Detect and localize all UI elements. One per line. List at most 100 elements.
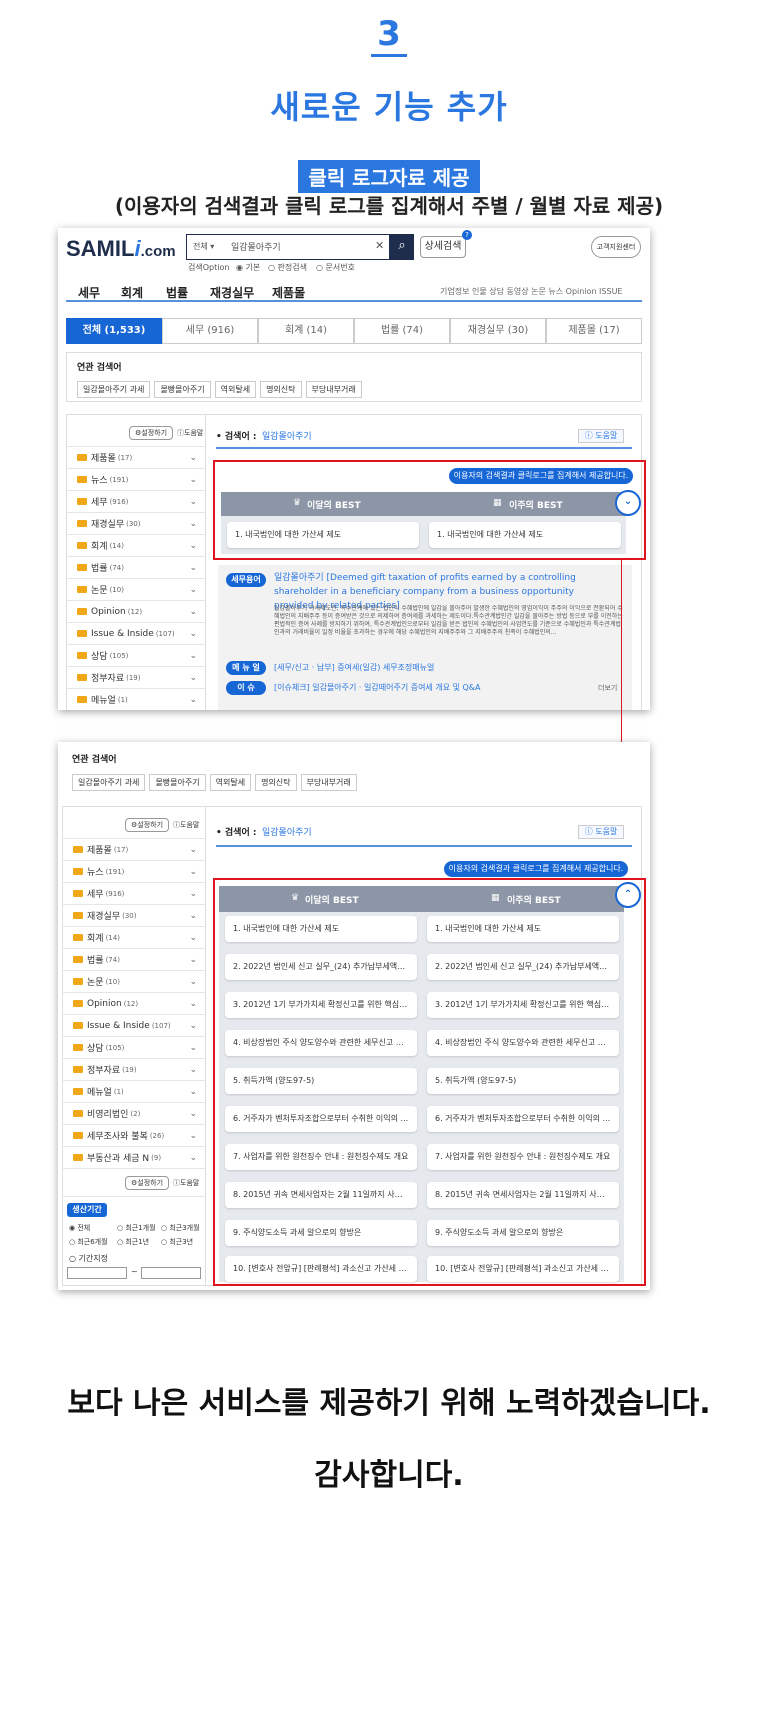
period-3y[interactable]: ○ 최근3년 (161, 1237, 193, 1247)
tab-tax[interactable]: 세무 (916) (162, 318, 258, 344)
month-best-item[interactable]: 10. [변호사 전앞규] [판례평석] 과소신고 가산세 부... (225, 1256, 417, 1282)
tab-law[interactable]: 법률 (74) (354, 318, 450, 344)
detail-search-button[interactable]: 상세검색 (420, 236, 466, 258)
related-keyword[interactable]: 부당내부거래 (300, 774, 357, 791)
sidebar-item-audit[interactable]: 세무조사와 불복 (26) ⌄ (63, 1125, 205, 1147)
week-best-item[interactable]: 7. 사업자를 위한 원천징수 안내 : 원천징수제도 개요 (427, 1144, 619, 1170)
nav-products[interactable]: 제품몰 (272, 284, 305, 301)
search-option-judgment[interactable]: ○ 판정검색 (268, 262, 307, 273)
related-keyword[interactable]: 역외탈세 (209, 774, 252, 791)
week-best-item[interactable]: 5. 취득가액 (양도97-5) (427, 1068, 619, 1094)
sidebar-item-opinion[interactable]: Opinion (12) ⌄ (67, 601, 205, 623)
month-best-item[interactable]: 9. 주식양도소득 과세 알으로의 향방은 (225, 1220, 417, 1246)
sidebar-item-news[interactable]: 뉴스 (191) ⌄ (67, 469, 205, 491)
sidebar-item-accounting[interactable]: 회계 (14) ⌄ (67, 535, 205, 557)
start-date-input[interactable] (67, 1267, 127, 1279)
nav-right-links[interactable]: 기업정보 인물 상담 동영상 논문 뉴스 Opinion ISSUE (440, 286, 622, 297)
nav-tax[interactable]: 세무 (78, 284, 100, 301)
related-keyword[interactable]: 일감몰아주기 과세 (72, 774, 146, 791)
sidebar-item-consult[interactable]: 상담 (105) ⌄ (67, 645, 205, 667)
search-option-docnum[interactable]: ○ 문서번호 (316, 262, 355, 273)
period-3m[interactable]: ○ 최근3개월 (161, 1223, 200, 1233)
week-best-item[interactable]: 8. 2015년 귀속 면세사업자는 2월 11일까지 사업장... (427, 1182, 619, 1208)
search-input[interactable]: 전체 ▾ 일감몰아주기 ✕ (186, 234, 390, 260)
manual-link[interactable]: [세무/신고 · 납부] 증여세(일감) 세무조정매뉴얼 (274, 662, 434, 673)
week-best-item[interactable]: 1. 내국법인에 대한 가산세 제도 (427, 916, 619, 942)
best-toggle-collapse[interactable]: ⌃ (615, 882, 641, 908)
related-keyword[interactable]: 몰빵몰아주기 (154, 381, 211, 398)
tab-accounting[interactable]: 회계 (14) (258, 318, 354, 344)
sidebar-item-nonprofit[interactable]: 비영리법인 (2) ⌄ (63, 1103, 205, 1125)
sidebar-item-tax[interactable]: 세무 (916) ⌄ (63, 883, 205, 905)
sidebar-item-gov[interactable]: 정부자료 (19) ⌄ (67, 667, 205, 689)
sidebar-item-realestate[interactable]: 부동산과 세금 N (9) ⌄ (63, 1147, 205, 1169)
samil-logo[interactable]: SAMILi.com (66, 236, 176, 262)
period-1m[interactable]: ○ 최근1개월 (117, 1223, 156, 1233)
period-6m[interactable]: ○ 최근6개월 (69, 1237, 108, 1247)
sidebar-item-law[interactable]: 법률 (74) ⌄ (63, 949, 205, 971)
sidebar-item-gov[interactable]: 정부자료 (19) ⌄ (63, 1059, 205, 1081)
month-best-item[interactable]: 8. 2015년 귀속 면세사업자는 2월 11일까지 사업장... (225, 1182, 417, 1208)
sidebar-item-accounting[interactable]: 회계 (14) ⌄ (63, 927, 205, 949)
sidebar-item-products[interactable]: 제품몰 (17) ⌄ (63, 839, 205, 861)
help-button[interactable]: ⓘ 도움말 (578, 825, 624, 839)
nav-finance[interactable]: 재경실무 (210, 284, 254, 301)
week-best-item[interactable]: 1. 내국법인에 대한 가산세 제도 (429, 522, 621, 548)
sidebar-item-opinion[interactable]: Opinion (12) ⌄ (63, 993, 205, 1015)
related-keyword[interactable]: 부당내부거래 (305, 381, 362, 398)
sidebar-item-consult[interactable]: 상담 (105) ⌄ (63, 1037, 205, 1059)
month-best-item[interactable]: 3. 2012년 1기 부가가치세 확정신고를 위한 핵심 P... (225, 992, 417, 1018)
week-best-item[interactable]: 9. 주식양도소득 과세 알으로의 향방은 (427, 1220, 619, 1246)
sidebar-help[interactable]: ⓘ도움말 (173, 1178, 199, 1188)
sidebar-item-tax[interactable]: 세무 (916) ⌄ (67, 491, 205, 513)
month-best-item[interactable]: 6. 거주자가 벤처투자조합으로부터 수취한 이익의 ... (225, 1106, 417, 1132)
month-best-item[interactable]: 1. 내국법인에 대한 가산세 제도 (225, 916, 417, 942)
month-best-item[interactable]: 4. 비상장법인 주식 양도양수와 관련한 세무신고 및... (225, 1030, 417, 1056)
month-best-label[interactable]: 이달의 BEST (307, 498, 361, 511)
month-best-item[interactable]: 7. 사업자를 위한 원천징수 안내 : 원천징수제도 개요 (225, 1144, 417, 1170)
week-best-label[interactable]: 이주의 BEST (509, 498, 563, 511)
related-keyword[interactable]: 일감몰아주기 과세 (77, 381, 151, 398)
week-best-label[interactable]: 이주의 BEST (507, 893, 561, 906)
period-all[interactable]: ◉ 전체 (69, 1223, 90, 1233)
clear-icon[interactable]: ✕ (375, 239, 384, 252)
related-keyword[interactable]: 명의신탁 (255, 774, 297, 791)
customer-center-button[interactable]: 고객지원센터 (591, 236, 641, 258)
sidebar-item-finance[interactable]: 재경실무 (30) ⌄ (63, 905, 205, 927)
month-best-item[interactable]: 1. 내국법인에 대한 가산세 제도 (227, 522, 419, 548)
sidebar-item-papers[interactable]: 논문 (10) ⌄ (67, 579, 205, 601)
sidebar-help[interactable]: ⓘ도움말 (173, 820, 199, 830)
end-date-input[interactable] (141, 1267, 201, 1279)
period-custom[interactable]: ○ 기간지정 (69, 1253, 108, 1264)
sidebar-item-products[interactable]: 제품몰 (17) ⌄ (67, 447, 205, 469)
settings-button[interactable]: ⚙설정하기 (129, 426, 173, 440)
week-best-item[interactable]: 2. 2022년 법인세 신고 실무_(24) 추가납부세액과 ... (427, 954, 619, 980)
issue-link[interactable]: [이슈체크] 일감몰아주기 · 일감떼어주기 증여세 개요 및 Q&A (274, 682, 481, 693)
week-best-item[interactable]: 10. [변호사 전앞규] [판례평석] 과소신고 가산세 부... (427, 1256, 619, 1282)
week-best-item[interactable]: 4. 비상장법인 주식 양도양수와 관련한 세무신고 및... (427, 1030, 619, 1056)
help-icon[interactable]: ? (462, 230, 472, 240)
sidebar-help[interactable]: ⓘ도움말 (177, 428, 203, 438)
sidebar-item-issue[interactable]: Issue & Inside (107) ⌄ (67, 623, 205, 645)
sidebar-item-manual[interactable]: 메뉴얼 (1) ⌄ (63, 1081, 205, 1103)
month-best-label[interactable]: 이달의 BEST (305, 893, 359, 906)
month-best-item[interactable]: 5. 취득가액 (양도97-5) (225, 1068, 417, 1094)
related-keyword[interactable]: 명의신탁 (260, 381, 302, 398)
related-keyword[interactable]: 몰빵몰아주기 (149, 774, 206, 791)
sidebar-item-issue[interactable]: Issue & Inside (107) ⌄ (63, 1015, 205, 1037)
sidebar-item-manual[interactable]: 메뉴얼 (1) ⌄ (67, 689, 205, 710)
related-keyword[interactable]: 역외탈세 (214, 381, 257, 398)
more-link[interactable]: 더보기 (598, 683, 617, 693)
sidebar-item-finance[interactable]: 재경실무 (30) ⌄ (67, 513, 205, 535)
settings-button[interactable]: ⚙설정하기 (125, 1176, 169, 1190)
sidebar-item-news[interactable]: 뉴스 (191) ⌄ (63, 861, 205, 883)
week-best-item[interactable]: 3. 2012년 1기 부가가치세 확정신고를 위한 핵심 P... (427, 992, 619, 1018)
nav-accounting[interactable]: 회계 (121, 284, 143, 301)
week-best-item[interactable]: 6. 거주자가 벤처투자조합으로부터 수취한 이익의 ... (427, 1106, 619, 1132)
settings-button[interactable]: ⚙설정하기 (125, 818, 169, 832)
month-best-item[interactable]: 2. 2022년 법인세 신고 실무_(24) 추가납부세액과 ... (225, 954, 417, 980)
nav-law[interactable]: 법률 (166, 284, 188, 301)
search-button[interactable]: ⌕ (390, 234, 414, 260)
sidebar-item-law[interactable]: 법률 (74) ⌄ (67, 557, 205, 579)
search-scope[interactable]: 전체 ▾ (193, 241, 214, 252)
